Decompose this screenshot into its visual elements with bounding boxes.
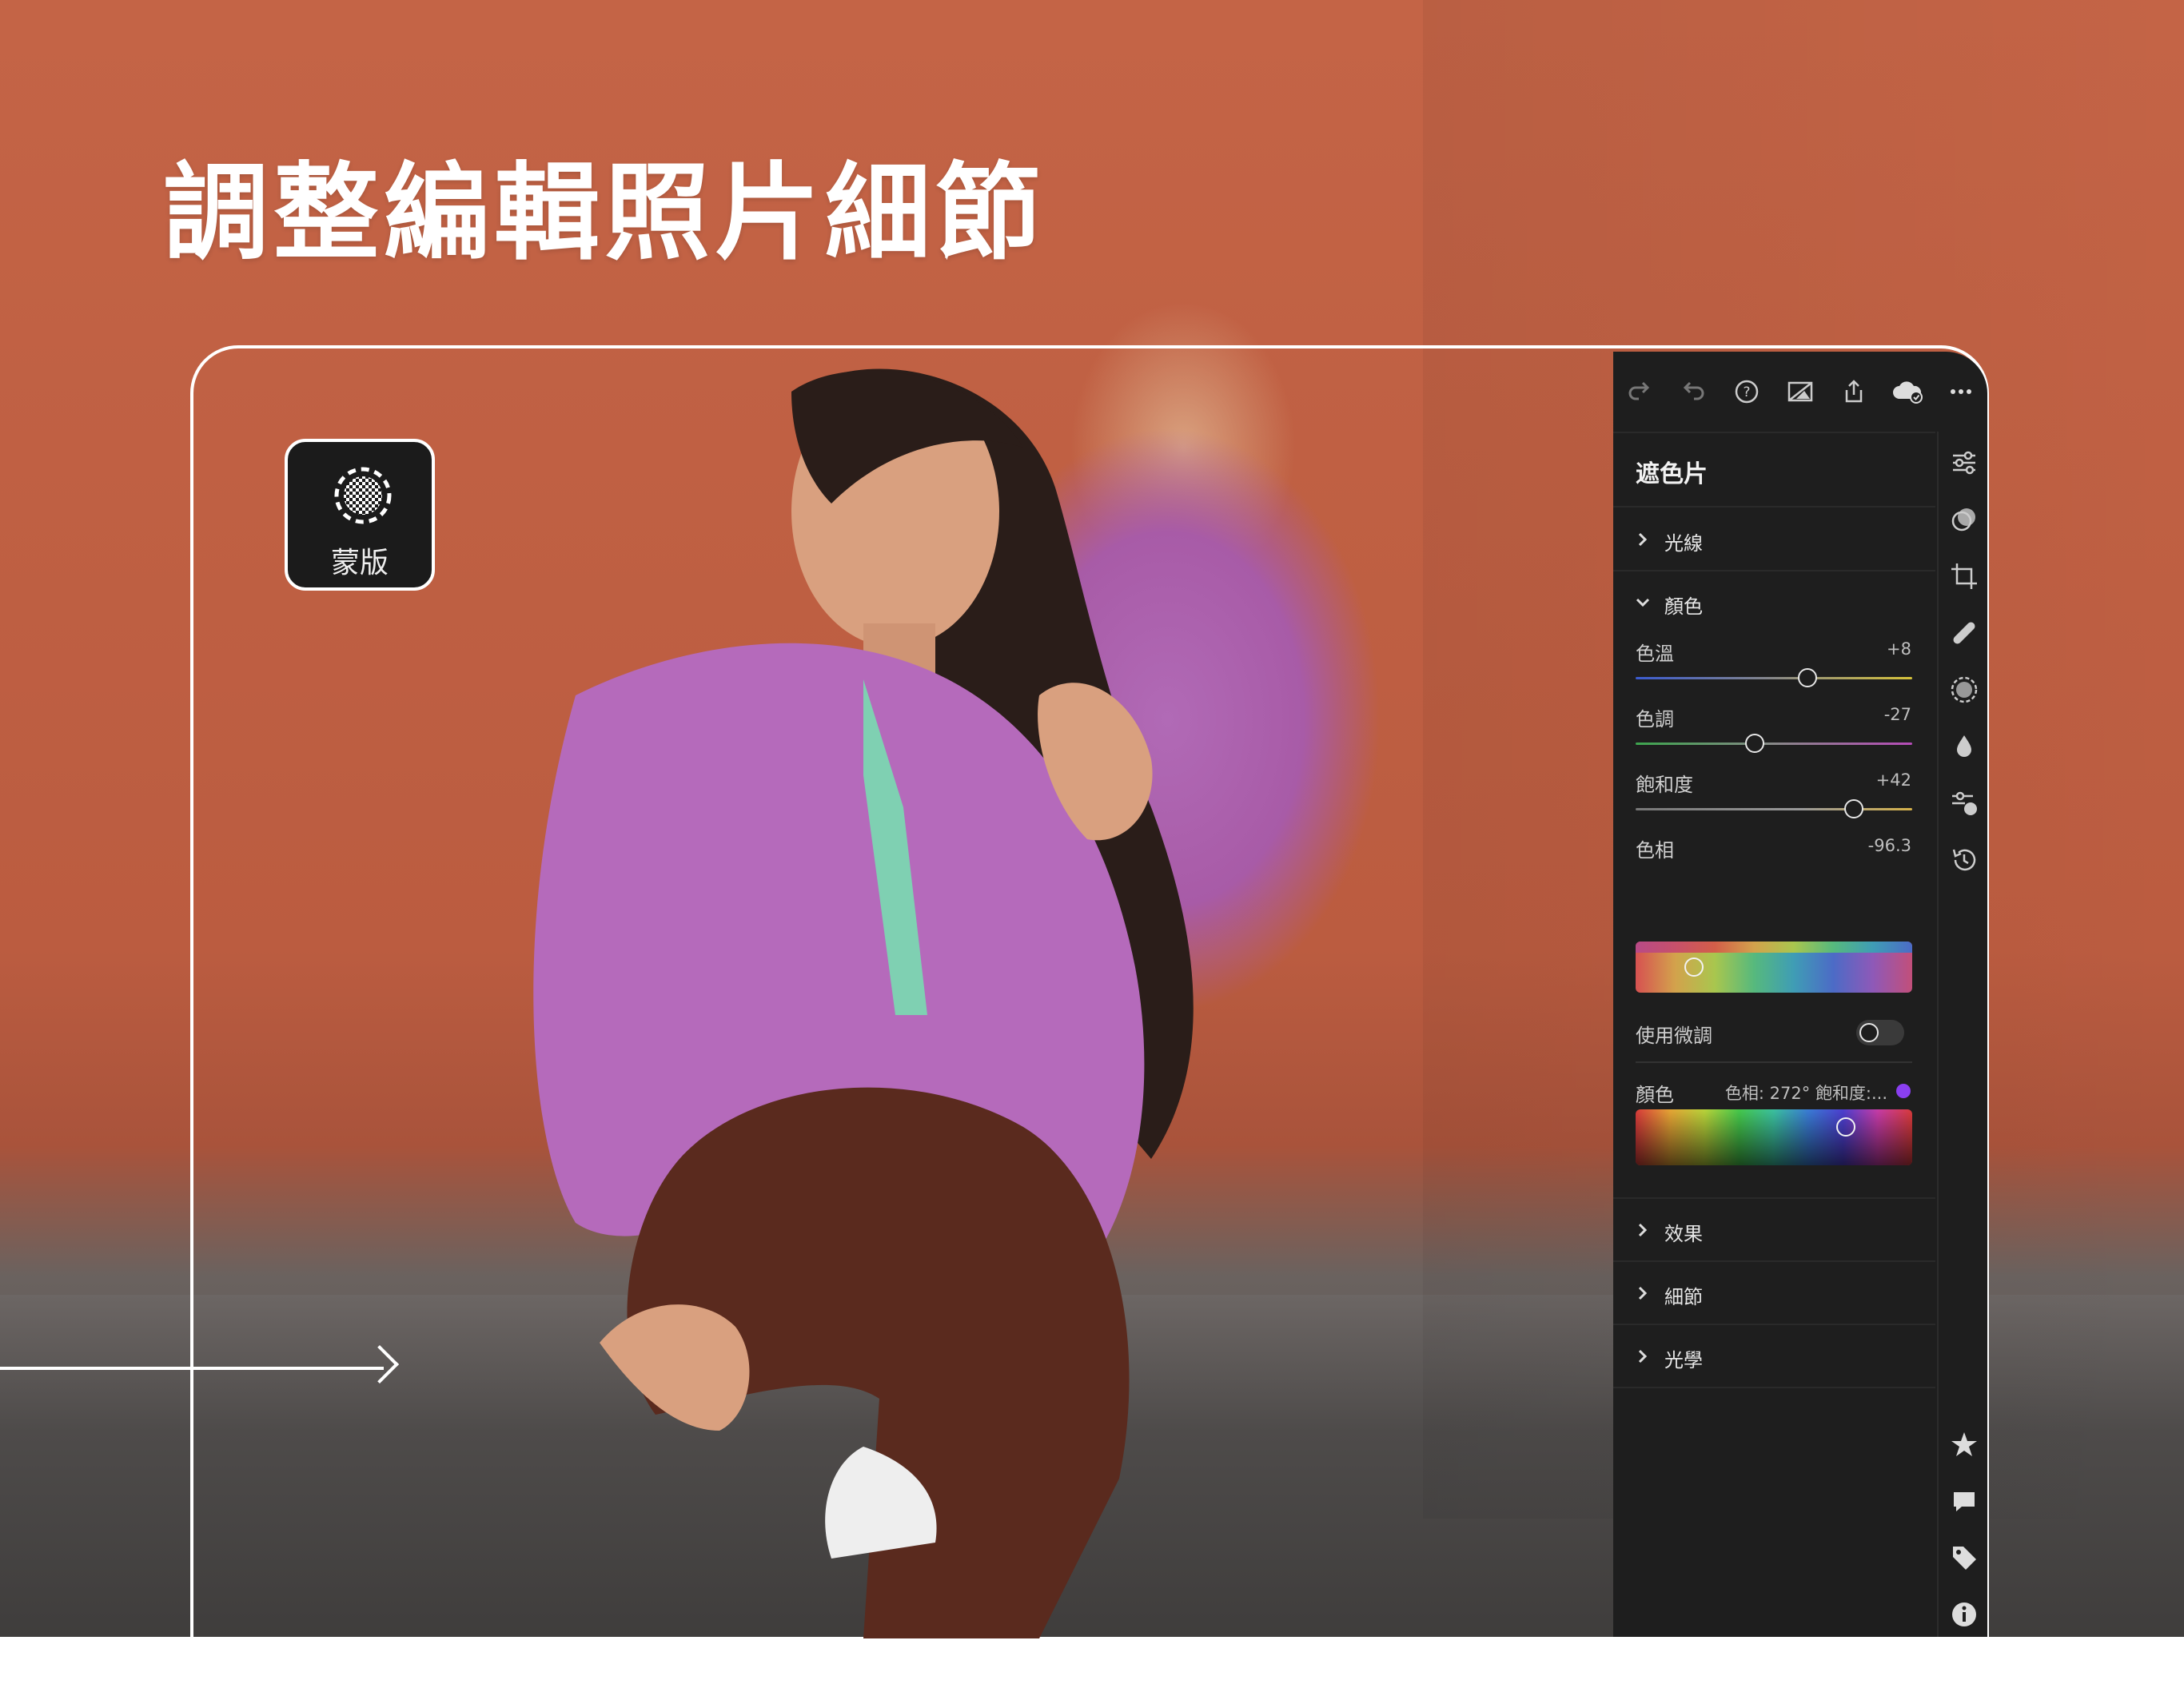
chevron-right-icon — [1638, 532, 1648, 547]
crop-icon[interactable] — [1949, 561, 1979, 591]
chevron-down-icon — [1636, 598, 1650, 607]
tint-value: -27 — [1883, 705, 1911, 724]
chevron-right-icon — [1638, 1286, 1648, 1300]
section-light[interactable]: 光線 — [1613, 508, 1935, 571]
info-icon[interactable] — [1949, 1599, 1979, 1630]
color-label: 顏色 — [1636, 1084, 1674, 1106]
divider — [1613, 506, 1935, 508]
more-icon[interactable] — [1934, 364, 1987, 419]
hue-value: -96.3 — [1867, 836, 1911, 855]
tint-track[interactable] — [1636, 743, 1912, 745]
undo-icon[interactable] — [1667, 364, 1720, 419]
color-value: 色相: 272° 飽和度:... — [1724, 1084, 1887, 1103]
temperature-track[interactable] — [1636, 677, 1912, 679]
svg-text:?: ? — [1744, 384, 1751, 400]
color-picker-knob[interactable] — [1835, 1117, 1855, 1137]
hero-title: 調整編輯照片細節 — [163, 152, 1046, 275]
tool-sidebar — [1937, 432, 1987, 1637]
tint-slider-knob[interactable] — [1744, 734, 1764, 753]
arrow-line — [0, 1367, 384, 1370]
edit-panel: ? 遮色片 光線 顏色 色溫 +8 色調 -27 飽和度 +42 色相 -96.… — [1613, 352, 1987, 1637]
versions-sliders-icon[interactable] — [1949, 788, 1979, 818]
section-optics-label: 光學 — [1664, 1349, 1703, 1372]
masking-icon — [334, 467, 392, 524]
chevron-right-icon — [1638, 1349, 1648, 1364]
fine-tune-label: 使用微調 — [1636, 1025, 1712, 1047]
section-optics[interactable]: 光學 — [1613, 1325, 1935, 1387]
section-color-label: 顏色 — [1664, 595, 1703, 618]
fine-tune-toggle[interactable] — [1856, 1020, 1904, 1045]
history-icon[interactable] — [1949, 845, 1979, 875]
masking-label: 蒙版 — [330, 547, 389, 579]
help-icon[interactable]: ? — [1720, 364, 1774, 419]
section-light-label: 光線 — [1664, 532, 1703, 555]
redo-icon[interactable] — [1613, 364, 1667, 419]
chevron-right-icon — [1638, 1223, 1648, 1237]
saturation-label: 飽和度 — [1636, 774, 1693, 796]
divider — [1636, 1061, 1912, 1063]
compare-icon[interactable] — [1774, 364, 1827, 419]
section-effects-label: 效果 — [1664, 1223, 1703, 1245]
star-icon[interactable] — [1949, 1429, 1979, 1459]
color-field[interactable] — [1636, 1109, 1912, 1165]
masking-badge[interactable]: 蒙版 — [285, 439, 435, 591]
share-icon[interactable] — [1827, 364, 1880, 419]
presets-icon[interactable] — [1949, 504, 1979, 535]
temperature-value: +8 — [1887, 639, 1911, 659]
hue-slider-knob[interactable] — [1684, 958, 1704, 977]
masking-tool-icon[interactable] — [1949, 675, 1979, 705]
color-swatch — [1896, 1084, 1911, 1098]
section-effects[interactable]: 效果 — [1613, 1199, 1935, 1261]
saturation-value: +42 — [1875, 770, 1911, 790]
temperature-slider-knob[interactable] — [1797, 668, 1817, 687]
divider — [1613, 1387, 1935, 1388]
hue-label: 色相 — [1636, 839, 1674, 862]
tag-icon[interactable] — [1949, 1543, 1979, 1573]
temperature-label: 色溫 — [1636, 643, 1674, 665]
section-detail[interactable]: 細節 — [1613, 1262, 1935, 1324]
hue-strip[interactable] — [1636, 942, 1912, 993]
panel-content: 遮色片 光線 顏色 色溫 +8 色調 -27 飽和度 +42 色相 -96.3 — [1613, 432, 1935, 1637]
section-color[interactable]: 顏色 — [1613, 571, 1935, 634]
section-detail-label: 細節 — [1664, 1286, 1703, 1308]
saturation-slider-knob[interactable] — [1844, 799, 1864, 818]
panel-toolbar: ? — [1613, 352, 1987, 432]
saturation-track[interactable] — [1636, 808, 1912, 810]
blur-drop-icon[interactable] — [1949, 731, 1979, 762]
healing-icon[interactable] — [1949, 618, 1979, 648]
cloud-sync-icon[interactable] — [1880, 364, 1934, 419]
tint-label: 色調 — [1636, 708, 1674, 731]
panel-header: 遮色片 — [1636, 460, 1708, 488]
comment-icon[interactable] — [1949, 1486, 1979, 1516]
edit-sliders-icon[interactable] — [1949, 448, 1979, 478]
